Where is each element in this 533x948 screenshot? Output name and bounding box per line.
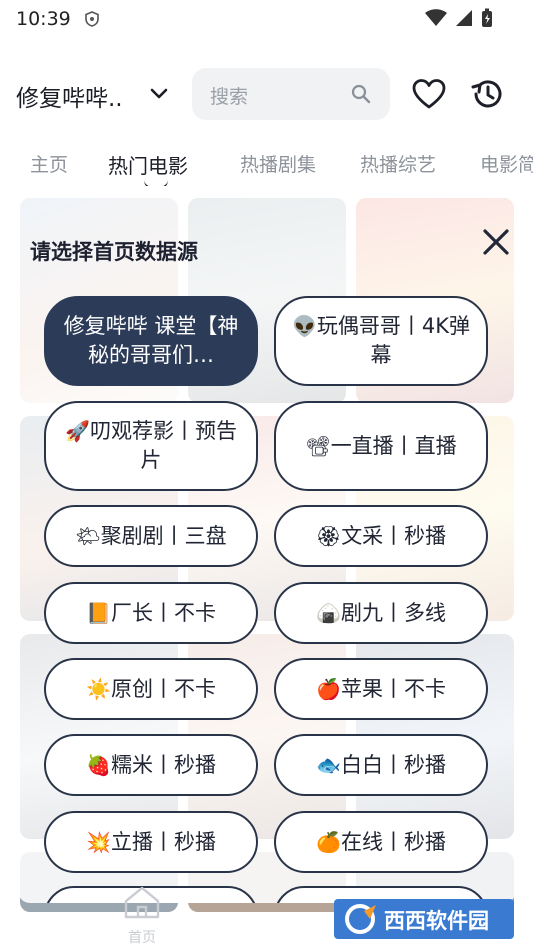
status-bar: 10:39: [0, 0, 533, 38]
source-chip-label: 在线丨秒播: [340, 829, 446, 854]
chevron-down-icon[interactable]: [148, 82, 170, 104]
heart-icon[interactable]: [412, 78, 446, 110]
header: 修复哔哔.. 搜索: [0, 66, 533, 122]
source-chip[interactable]: 修复哔哔 课堂【神秘的哥哥们…: [44, 296, 258, 386]
source-emoji-icon: 🍎: [316, 676, 341, 701]
source-emoji-icon: ☀️: [86, 676, 111, 701]
history-icon[interactable]: [470, 76, 506, 112]
source-chip[interactable]: 📙厂长丨不卡: [44, 582, 258, 644]
source-chip-label: 厂长丨不卡: [110, 600, 216, 625]
source-emoji-icon: 🐟: [316, 752, 341, 777]
search-input[interactable]: 搜索: [192, 68, 390, 120]
source-emoji-icon: 🏵: [315, 523, 342, 548]
tab-home[interactable]: 主页: [30, 150, 68, 177]
source-chip-label: 聚剧剧丨三盘: [100, 523, 227, 548]
source-chip[interactable]: 🏵文采丨秒播: [274, 505, 488, 567]
source-chip-label: 文采丨秒播: [341, 523, 447, 548]
source-emoji-icon: 📽: [305, 433, 331, 458]
search-placeholder: 搜索: [210, 86, 249, 108]
dialog-title: 请选择首页数据源: [30, 240, 198, 264]
source-chip[interactable]: 🍎苹果丨不卡: [274, 658, 488, 720]
tab-indicator: [144, 180, 168, 186]
tab-hot-series[interactable]: 热播剧集: [240, 150, 316, 177]
source-emoji-icon: 📙: [86, 600, 111, 625]
source-chip-label: 修复哔哔 课堂【神秘的哥哥们…: [63, 314, 239, 367]
source-chip-label: 一直播丨直播: [330, 433, 457, 458]
tab-movie-more[interactable]: 电影简: [480, 150, 533, 177]
source-chip[interactable]: 🌤聚剧剧丨三盘: [44, 505, 258, 567]
wifi-icon: [425, 9, 447, 26]
source-chip-label: 剧九丨多线: [340, 600, 446, 625]
source-selector-label[interactable]: 修复哔哔..: [16, 79, 123, 113]
home-icon: [124, 886, 160, 919]
source-chip-label: 立播丨秒播: [110, 829, 216, 854]
source-chip[interactable]: 🍊在线丨秒播: [274, 811, 488, 873]
watermark-logo: 西西软件园: [334, 899, 514, 939]
watermark-text: 西西软件园: [384, 909, 489, 933]
home-label: 首页: [128, 930, 156, 946]
tab-hot-movies[interactable]: 热门电影: [108, 150, 188, 179]
source-chip[interactable]: 🐟白白丨秒播: [274, 734, 488, 796]
source-chip[interactable]: 🚀叨观荐影丨预告片: [44, 401, 258, 491]
source-chip-label: 叨观荐影丨预告片: [89, 419, 237, 472]
battery-icon: [482, 8, 492, 27]
source-emoji-icon: 👽: [291, 314, 317, 338]
source-emoji-icon: 🚀: [65, 419, 90, 443]
search-icon[interactable]: [350, 83, 372, 105]
source-picker-dialog: 请选择首页数据源 修复哔哔 课堂【神秘的哥哥们… 👽玩偶哥哥丨4K弹幕 🚀叨观荐影丨…: [18, 198, 516, 903]
source-chip[interactable]: 💥立播丨秒播: [44, 811, 258, 873]
source-chip[interactable]: ☀️原创丨不卡: [44, 658, 258, 720]
source-chip-label: 玩偶哥哥丨4K弹幕: [316, 314, 471, 367]
tab-hot-variety[interactable]: 热播综艺: [360, 150, 436, 177]
source-chip[interactable]: 🍓糯米丨秒播: [44, 734, 258, 796]
bottom-nav-home[interactable]: 首页: [120, 885, 164, 946]
source-chip[interactable]: 👽玩偶哥哥丨4K弹幕: [274, 296, 488, 386]
status-time: 10:39: [16, 8, 71, 30]
signal-icon: [456, 10, 472, 26]
watermark-icon: [345, 904, 376, 934]
source-chip[interactable]: 🍙剧九丨多线: [274, 582, 488, 644]
category-tabs: 主页 热门电影 热播剧集 热播综艺 电影简: [0, 146, 533, 186]
source-emoji-icon: 🍙: [316, 600, 341, 625]
shield-icon: [84, 11, 99, 27]
source-chip-label: 苹果丨不卡: [340, 676, 446, 701]
source-chip-label: 糯米丨秒播: [110, 752, 216, 777]
source-emoji-icon: 🍓: [86, 752, 111, 777]
source-emoji-icon: 🌤: [75, 523, 101, 548]
close-icon[interactable]: [478, 224, 514, 260]
source-chip[interactable]: 📽一直播丨直播: [274, 401, 488, 491]
source-emoji-icon: 🍊: [316, 829, 341, 854]
source-chip-label: 原创丨不卡: [110, 676, 216, 701]
source-chip-label: 白白丨秒播: [340, 752, 446, 777]
source-emoji-icon: 💥: [86, 829, 111, 854]
